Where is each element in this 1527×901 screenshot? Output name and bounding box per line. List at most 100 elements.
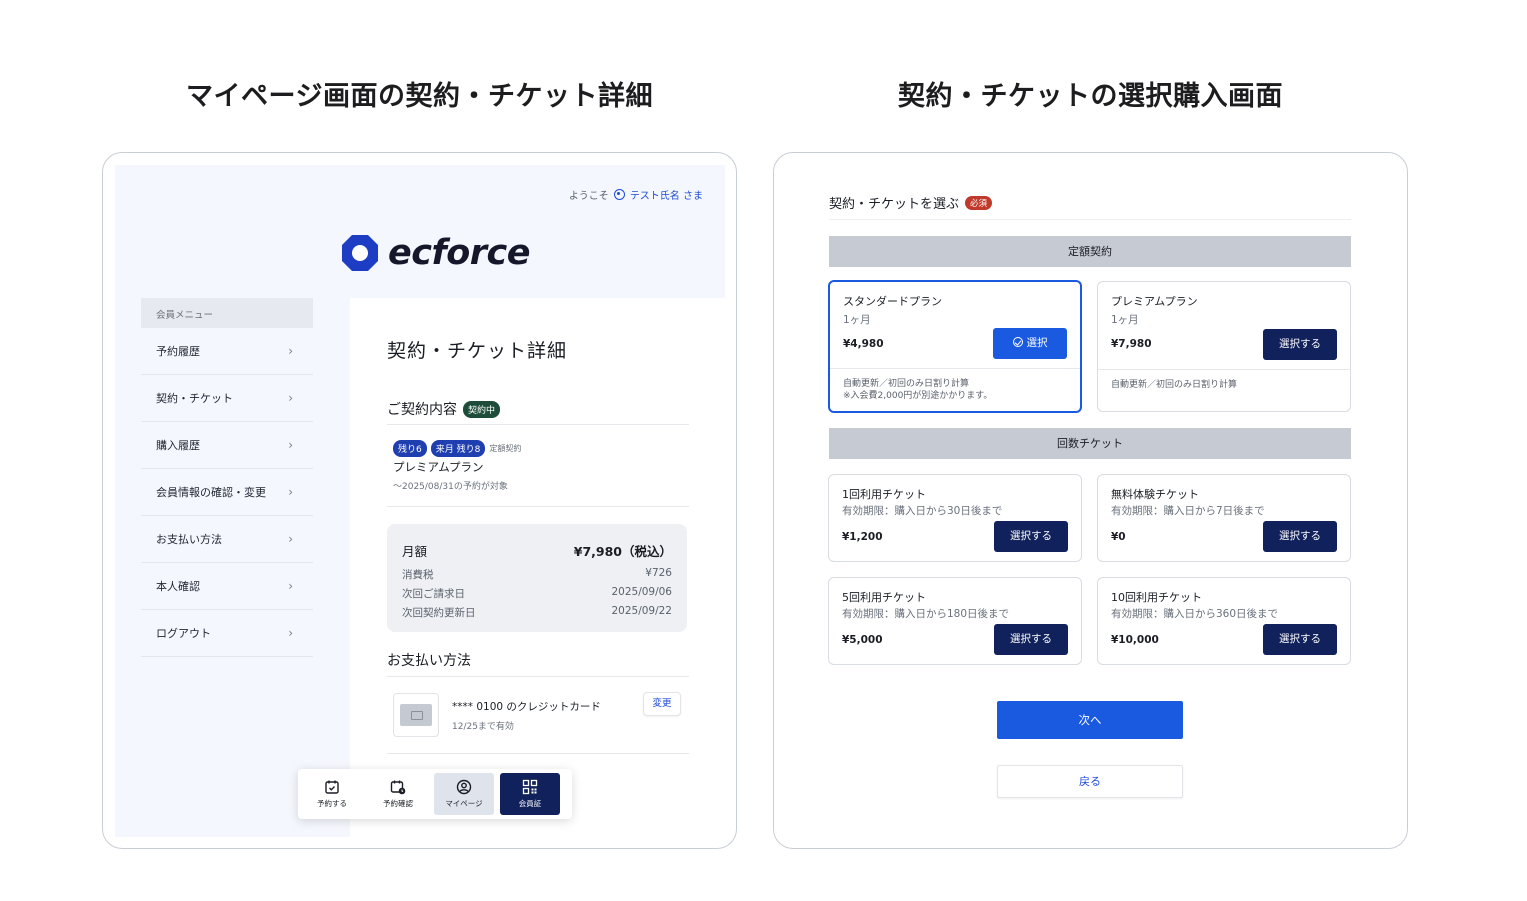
calendar-clock-icon xyxy=(390,780,406,795)
plan-type: 定額契約 xyxy=(489,444,522,453)
divider xyxy=(387,676,689,677)
selected-button[interactable]: 選択 xyxy=(993,328,1067,359)
summary-row: 消費税 ¥726 xyxy=(402,567,672,582)
menu-item-label: ログアウト xyxy=(156,627,211,640)
card-label: **** 0100 のクレジットカード xyxy=(452,701,601,713)
plan-term: 1ヶ月 xyxy=(1111,314,1139,326)
nav-label: マイページ xyxy=(445,799,483,808)
menu-item-logout[interactable]: ログアウト › xyxy=(141,610,313,657)
menu-item-label: 購入履歴 xyxy=(156,439,200,452)
ticket-validity: 有効期限：購入日から360日後まで xyxy=(1111,608,1279,620)
chevron-right-icon: › xyxy=(288,438,293,452)
nav-reservation-check[interactable]: 予約確認 xyxy=(368,773,428,815)
contract-section-title: ご契約内容 契約中 xyxy=(387,399,501,419)
select-button[interactable]: 選択する xyxy=(1263,521,1337,552)
chevron-right-icon: › xyxy=(288,485,293,499)
user-name-link[interactable]: テスト氏名 さま xyxy=(630,187,703,202)
ticket-card-1[interactable]: 1回利用チケット 有効期限：購入日から30日後まで ¥1,200 選択する xyxy=(828,474,1082,562)
plan-note: ※入会費2,000円が別途かかります。 xyxy=(843,391,993,401)
summary-label: 次回契約更新日 xyxy=(402,607,476,619)
ticket-card-5[interactable]: 5回利用チケット 有効期限：購入日から180日後まで ¥5,000 選択する xyxy=(828,577,1082,665)
member-menu: 会員メニュー 予約履歴 › 契約・チケット › 購入履歴 › 会員情報の確認・変更 › … xyxy=(141,298,313,657)
select-button[interactable]: 選択する xyxy=(994,521,1068,552)
divider xyxy=(830,368,1080,369)
ticket-price: ¥1,200 xyxy=(842,531,883,543)
select-button[interactable]: 選択する xyxy=(1263,624,1337,655)
fixed-contract-band: 定額契約 xyxy=(829,236,1351,267)
payment-section-title: お支払い方法 xyxy=(387,653,471,669)
nav-reserve[interactable]: 予約する xyxy=(302,773,362,815)
ticket-name: 5回利用チケット xyxy=(842,591,926,604)
back-button[interactable]: 戻る xyxy=(997,765,1183,798)
user-icon xyxy=(613,189,625,200)
menu-item-reservation-history[interactable]: 予約履歴 › xyxy=(141,328,313,375)
divider xyxy=(387,753,689,754)
divider xyxy=(387,424,689,425)
menu-item-purchase-history[interactable]: 購入履歴 › xyxy=(141,422,313,469)
menu-item-identity[interactable]: 本人確認 › xyxy=(141,563,313,610)
ticket-name: 10回利用チケット xyxy=(1111,591,1202,604)
ticket-validity: 有効期限：購入日から180日後まで xyxy=(842,608,1010,620)
menu-item-payment-method[interactable]: お支払い方法 › xyxy=(141,516,313,563)
divider xyxy=(387,506,689,507)
chevron-right-icon: › xyxy=(288,532,293,546)
change-payment-button[interactable]: 変更 xyxy=(643,692,681,716)
select-button[interactable]: 選択する xyxy=(1263,329,1337,360)
ticket-validity: 有効期限：購入日から30日後まで xyxy=(842,505,1003,517)
summary-value: 2025/09/06 xyxy=(611,586,672,598)
card-thumbnail xyxy=(393,693,439,737)
ticket-card-10[interactable]: 10回利用チケット 有効期限：購入日から360日後まで ¥10,000 選択する xyxy=(1097,577,1351,665)
billing-summary: 月額 ¥7,980（税込） 消費税 ¥726 次回ご請求日 2025/09/06… xyxy=(387,524,687,632)
menu-item-member-info[interactable]: 会員情報の確認・変更 › xyxy=(141,469,313,516)
bottom-nav: 予約する 予約確認 マイページ 会員証 xyxy=(298,769,572,819)
count-ticket-band: 回数チケット xyxy=(829,428,1351,459)
logo[interactable]: ecforce xyxy=(341,233,531,273)
monthly-label: 月額 xyxy=(402,544,428,559)
next-month-badge: 来月 残り8 xyxy=(430,440,486,457)
status-badge: 契約中 xyxy=(463,400,501,418)
menu-item-label: 会員情報の確認・変更 xyxy=(156,486,266,499)
nav-label: 予約する xyxy=(317,799,347,808)
select-button[interactable]: 選択する xyxy=(994,624,1068,655)
plan-note: 自動更新／初回のみ日割り計算 xyxy=(1111,380,1238,390)
plan-card-standard[interactable]: スタンダードプラン 1ヶ月 ¥4,980 選択 自動更新／初回のみ日割り計算 ※… xyxy=(828,280,1082,413)
divider xyxy=(829,219,1351,220)
ticket-card-trial[interactable]: 無料体験チケット 有効期限：購入日から7日後まで ¥0 選択する xyxy=(1097,474,1351,562)
next-button[interactable]: 次へ xyxy=(997,701,1183,739)
select-title: 契約・チケットを選ぶ 必須 xyxy=(829,193,993,212)
summary-label: 次回ご請求日 xyxy=(402,588,465,600)
user-circle-icon xyxy=(456,779,472,795)
nav-label: 予約確認 xyxy=(383,799,413,808)
right-heading: 契約・チケットの選択購入画面 xyxy=(898,81,1283,112)
plan-name: プレミアムプラン xyxy=(1111,295,1198,308)
divider xyxy=(1098,369,1350,370)
nav-label: 会員証 xyxy=(518,799,542,808)
menu-item-label: 契約・チケット xyxy=(156,392,233,405)
nav-mypage[interactable]: マイページ xyxy=(434,773,494,815)
ticket-price: ¥5,000 xyxy=(842,634,883,646)
menu-header: 会員メニュー xyxy=(141,298,313,328)
card-expiry: 12/25まで有効 xyxy=(452,722,514,732)
chevron-right-icon: › xyxy=(288,344,293,358)
ticket-validity: 有効期限：購入日から7日後まで xyxy=(1111,505,1265,517)
summary-label: 消費税 xyxy=(402,569,434,581)
plan-period: 〜2025/08/31の予約が対象 xyxy=(393,482,508,492)
summary-main-row: 月額 ¥7,980（税込） xyxy=(402,541,672,560)
remaining-badge: 残り6 xyxy=(393,440,427,457)
welcome-bar: ようこそ テスト氏名 さま xyxy=(569,187,703,202)
mypage-frame: ようこそ テスト氏名 さま ecforce 会員メニュー 予約履歴 › 契約・チケ… xyxy=(102,152,737,849)
menu-item-label: 予約履歴 xyxy=(156,345,200,358)
menu-item-label: 本人確認 xyxy=(156,580,200,593)
plan-price: ¥7,980 xyxy=(1111,338,1152,350)
summary-row: 次回ご請求日 2025/09/06 xyxy=(402,586,672,601)
menu-item-contract-ticket[interactable]: 契約・チケット › xyxy=(141,375,313,422)
ticket-price: ¥0 xyxy=(1111,531,1126,543)
nav-member-card[interactable]: 会員証 xyxy=(500,773,560,815)
page-title: 契約・チケット詳細 xyxy=(387,340,568,362)
plan-term: 1ヶ月 xyxy=(843,314,871,326)
plan-card-premium[interactable]: プレミアムプラン 1ヶ月 ¥7,980 選択する 自動更新／初回のみ日割り計算 xyxy=(1097,281,1351,412)
select-title-label: 契約・チケットを選ぶ xyxy=(829,197,960,212)
remaining-badges: 残り6 来月 残り8 定額契約 xyxy=(393,440,521,457)
check-circle-icon xyxy=(1012,337,1023,347)
logo-text: ecforce xyxy=(388,233,531,273)
